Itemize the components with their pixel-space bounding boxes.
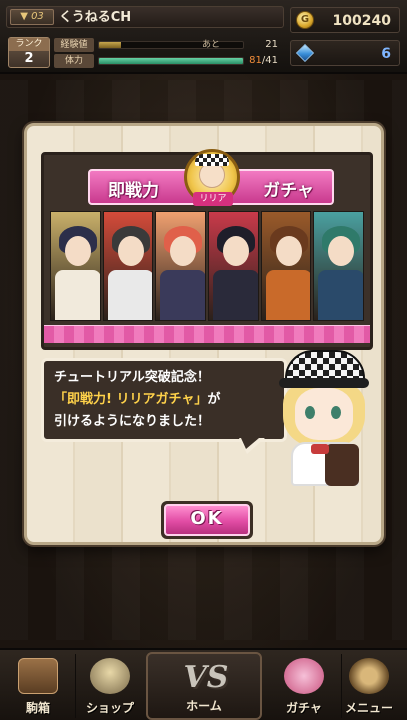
- message-line-2: 「即戦力! リリアガチャ」が: [54, 389, 274, 411]
- gear-menu-icon: [349, 658, 389, 694]
- hp-row: 体力 81/41: [54, 54, 284, 68]
- hp-bar: [98, 57, 244, 65]
- nav-item-shop[interactable]: ショップ: [72, 654, 148, 718]
- tutorial-reward-dialog: 即戦力 ガチャ リリア チュートリアル突破記念！ 「即戦力! リリアガチャ」が …: [24, 123, 384, 545]
- treasure-chest-icon: [18, 658, 58, 694]
- player-bar[interactable]: ▼ 03 くうねるCH: [6, 6, 284, 28]
- portrait-body: [318, 270, 364, 320]
- level-badge: ▼ 03: [10, 9, 54, 25]
- status-header: ▼ 03 くうねるCH ランク 2 経験値 あと 21 体力 81/41 G 1…: [0, 0, 407, 74]
- exp-bar-fill: [99, 42, 121, 48]
- player-name: くうねるCH: [59, 10, 132, 25]
- mascot-cap-brim: [279, 378, 369, 388]
- banner-pink-strip: [44, 325, 370, 343]
- character-portrait: [313, 211, 365, 321]
- mascot-vest: [325, 444, 359, 486]
- hp-bar-fill: [99, 58, 243, 64]
- coin-amount: 100240: [332, 13, 391, 29]
- rank-value: 2: [24, 51, 34, 66]
- mascot-face: [295, 388, 353, 440]
- message-line-1: チュートリアル突破記念！: [54, 370, 210, 385]
- portrait-face: [117, 236, 144, 266]
- lilia-medallion-icon: リリア: [184, 149, 240, 206]
- nav-label-piece-box: 駒箱: [25, 701, 50, 715]
- nav-label-menu: メニュー: [344, 701, 393, 715]
- exp-row: 経験値 あと 21: [54, 38, 284, 52]
- portrait-face: [275, 236, 302, 266]
- medallion-label: リリア: [193, 192, 233, 206]
- ok-button[interactable]: OK: [161, 501, 253, 539]
- exp-remaining-value: 21: [265, 39, 278, 50]
- mascot-eye-left: [305, 406, 315, 419]
- character-portrait: [260, 211, 312, 321]
- vs-home-icon: VS: [183, 660, 229, 695]
- banner-title-right: ガチャ: [263, 181, 314, 201]
- hp-current: 81: [249, 55, 262, 66]
- portrait-body: [55, 270, 100, 320]
- hp-max: /41: [261, 55, 278, 66]
- lilia-mascot-illustration: [271, 348, 375, 486]
- mascot-bow: [311, 444, 329, 454]
- hp-value: 81/41: [249, 54, 278, 68]
- mascot-eye-right: [331, 406, 341, 419]
- rank-label: ランク: [9, 38, 49, 51]
- message-line-2-rest: が: [207, 392, 221, 407]
- portrait-body: [213, 270, 258, 320]
- character-portrait: [102, 211, 154, 321]
- message-line-3: 引けるようになりました！: [54, 414, 211, 429]
- gacha-capsule-icon: [284, 658, 324, 694]
- coin-icon: G: [296, 11, 314, 29]
- character-portrait: [50, 211, 101, 321]
- shop-icon: [90, 658, 130, 694]
- nav-item-menu[interactable]: メニュー: [331, 654, 407, 718]
- character-portrait: [208, 211, 259, 321]
- portrait-face: [223, 236, 250, 266]
- bottom-nav: 駒箱 ショップ VS ホーム ガチャ メニュー: [0, 648, 407, 720]
- gacha-name-highlight: 「即戦力! リリアガチャ」: [54, 392, 208, 407]
- speech-bubble: チュートリアル突破記念！ 「即戦力! リリアガチャ」が 引けるようになりました！: [41, 358, 287, 442]
- exp-bar: [98, 41, 244, 49]
- nav-item-home[interactable]: VS ホーム: [146, 652, 262, 720]
- coin-counter[interactable]: G 100240: [290, 7, 400, 33]
- nav-label-shop: ショップ: [85, 701, 134, 715]
- exp-remaining-label: あと: [202, 40, 221, 50]
- character-portrait: [155, 211, 207, 321]
- speech-bubble-tail-inner: [241, 438, 259, 449]
- rank-box: ランク 2: [8, 37, 50, 68]
- medallion-checkered-cap: [195, 154, 229, 166]
- hp-label: 体力: [54, 54, 94, 68]
- nav-label-home: ホーム: [186, 699, 222, 713]
- portrait-body: [265, 270, 311, 320]
- portrait-body: [160, 270, 206, 320]
- portrait-face: [65, 236, 91, 266]
- portrait-face: [170, 236, 197, 266]
- character-portraits: [50, 211, 365, 321]
- gem-amount: 6: [381, 46, 391, 62]
- portrait-face: [328, 236, 355, 266]
- exp-label: 経験値: [54, 38, 94, 52]
- gacha-banner[interactable]: 即戦力 ガチャ リリア: [41, 149, 373, 350]
- gem-icon: [295, 43, 315, 63]
- portrait-body: [107, 270, 153, 320]
- nav-item-piece-box[interactable]: 駒箱: [0, 654, 76, 718]
- gem-counter[interactable]: 6: [290, 40, 400, 66]
- ok-button-label: OK: [164, 504, 250, 536]
- banner-title-left: 即戦力: [108, 181, 159, 201]
